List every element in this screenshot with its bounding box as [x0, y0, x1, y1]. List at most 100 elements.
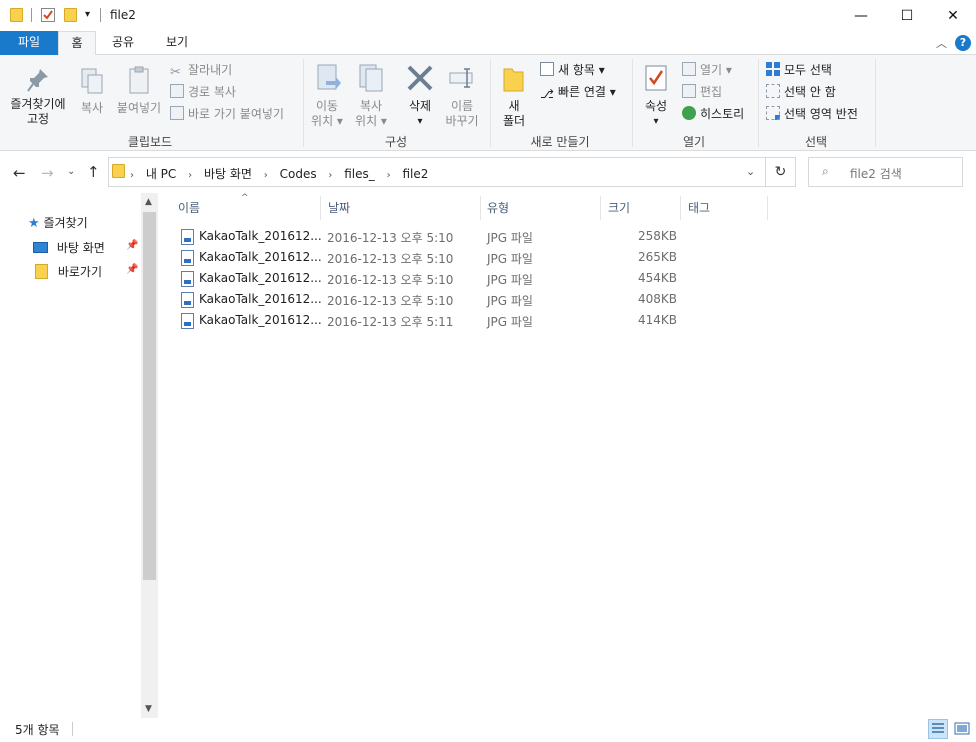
chevron-right-icon[interactable]: ›: [130, 170, 134, 181]
search-placeholder: file2 검색: [850, 167, 902, 181]
minimize-button[interactable]: —: [838, 0, 884, 31]
toolbar-divider: [31, 8, 32, 22]
close-button[interactable]: ✕: [930, 0, 976, 31]
column-header-type[interactable]: 유형: [487, 199, 509, 216]
desktop-icon: [33, 242, 48, 253]
file-name: KakaoTalk_201612...: [199, 271, 322, 285]
customize-quick-access-icon[interactable]: ▾: [85, 9, 90, 20]
copy-path-button[interactable]: 경로 복사: [170, 82, 236, 102]
chevron-right-icon[interactable]: ›: [387, 170, 391, 181]
file-row[interactable]: KakaoTalk_201612... 2016-12-13 오후 5:10 J…: [176, 268, 684, 289]
breadcrumb-item[interactable]: file2: [402, 167, 428, 181]
address-dropdown-icon[interactable]: ⌄: [746, 165, 755, 178]
open-button[interactable]: 열기 ▾: [682, 60, 732, 80]
nav-item-shortcuts[interactable]: 바로가기: [35, 263, 102, 280]
nav-scrollbar-thumb[interactable]: [143, 212, 156, 580]
jpg-file-icon: [181, 292, 194, 308]
open-icon: [682, 62, 696, 76]
invert-selection-button[interactable]: 선택 영역 반전: [766, 104, 858, 124]
collapse-ribbon-icon[interactable]: ︿: [936, 35, 947, 51]
paste-button[interactable]: 붙여넣기: [114, 65, 164, 116]
file-size: 414KB: [638, 313, 678, 327]
folder-icon: [10, 8, 23, 22]
breadcrumb-item[interactable]: Codes: [280, 167, 317, 181]
file-size: 408KB: [638, 292, 678, 306]
jpg-file-icon: [181, 271, 194, 287]
file-row[interactable]: KakaoTalk_201612... 2016-12-13 오후 5:10 J…: [176, 226, 684, 247]
file-type: JPG 파일: [487, 315, 533, 329]
delete-button[interactable]: 삭제 ▾: [401, 63, 439, 129]
edit-button[interactable]: 편집: [682, 82, 722, 102]
help-icon[interactable]: ?: [955, 35, 971, 51]
invert-selection-icon: [766, 106, 780, 120]
properties-button[interactable]: 속성 ▾: [638, 63, 674, 129]
back-arrow-icon[interactable]: ←: [13, 164, 26, 182]
column-divider[interactable]: [320, 196, 321, 220]
recent-locations-chevron-icon[interactable]: ⌄: [67, 166, 75, 177]
new-folder-button[interactable]: 새 폴더: [496, 63, 532, 129]
refresh-icon[interactable]: ↻: [766, 157, 796, 187]
history-button[interactable]: 히스토리: [682, 104, 744, 124]
tab-view[interactable]: 보기: [154, 31, 200, 55]
large-icons-view-button[interactable]: [952, 719, 972, 739]
maximize-button[interactable]: ☐: [884, 0, 930, 31]
move-to-button[interactable]: 이동 위치 ▾: [306, 63, 348, 129]
file-date: 2016-12-13 오후 5:10: [327, 294, 454, 308]
up-arrow-icon[interactable]: ↑: [87, 163, 100, 181]
nav-item-quick-access[interactable]: ★ 즐겨찾기: [28, 214, 88, 231]
file-type: JPG 파일: [487, 273, 533, 287]
pin-icon[interactable]: 📌: [126, 264, 138, 275]
file-date: 2016-12-13 오후 5:10: [327, 273, 454, 287]
column-divider[interactable]: [767, 196, 768, 220]
new-item-button[interactable]: 새 항목 ▾: [540, 60, 605, 80]
nav-item-desktop[interactable]: 바탕 화면: [33, 239, 105, 256]
column-divider[interactable]: [480, 196, 481, 220]
file-type: JPG 파일: [487, 252, 533, 266]
breadcrumb: › 내 PC › 바탕 화면 › Codes › files_ › file2: [130, 165, 428, 182]
tab-share[interactable]: 공유: [100, 31, 146, 55]
breadcrumb-item[interactable]: files_: [344, 167, 375, 181]
select-all-button[interactable]: 모두 선택: [766, 60, 832, 80]
file-name: KakaoTalk_201612...: [199, 229, 322, 243]
rename-button[interactable]: 이름 바꾸기: [440, 63, 484, 129]
details-view-button[interactable]: [928, 719, 948, 739]
chevron-right-icon[interactable]: ›: [328, 170, 332, 181]
properties-quick-icon[interactable]: [41, 8, 55, 22]
pin-icon[interactable]: 📌: [126, 240, 138, 251]
file-size: 265KB: [638, 250, 678, 264]
file-row[interactable]: KakaoTalk_201612... 2016-12-13 오후 5:10 J…: [176, 289, 684, 310]
chevron-right-icon[interactable]: ›: [188, 170, 192, 181]
paste-shortcut-button[interactable]: 바로 가기 붙여넣기: [170, 104, 284, 124]
easy-access-icon: ⎇: [540, 87, 554, 101]
select-none-button[interactable]: 선택 안 함: [766, 82, 836, 102]
forward-arrow-icon[interactable]: →: [41, 164, 54, 182]
column-header-name[interactable]: 이름: [178, 199, 200, 216]
rename-icon: [449, 68, 473, 88]
column-divider[interactable]: [680, 196, 681, 220]
column-header-tags[interactable]: 태그: [688, 199, 710, 216]
title-bar: ▾ file2 — ☐ ✕: [0, 0, 976, 31]
tab-home[interactable]: 홈: [58, 31, 96, 56]
pin-to-quick-access-button[interactable]: 즐겨찾기에 고정: [4, 67, 72, 127]
chevron-right-icon[interactable]: ›: [264, 170, 268, 181]
breadcrumb-item[interactable]: 바탕 화면: [204, 167, 252, 181]
copy-button[interactable]: 복사: [76, 67, 108, 116]
ribbon-tabs: 파일 홈 공유 보기: [0, 31, 976, 56]
paste-shortcut-icon: [170, 106, 184, 120]
copy-to-button[interactable]: 복사 위치 ▾: [350, 63, 392, 129]
file-type: JPG 파일: [487, 231, 533, 245]
column-header-date[interactable]: 날짜: [328, 199, 350, 216]
breadcrumb-item[interactable]: 내 PC: [146, 167, 176, 181]
easy-access-button[interactable]: ⎇ 빠른 연결 ▾: [540, 82, 616, 102]
scroll-down-icon[interactable]: ▼: [145, 704, 152, 714]
new-item-icon: [540, 62, 554, 76]
column-divider[interactable]: [600, 196, 601, 220]
cut-button[interactable]: ✂ 잘라내기: [170, 60, 232, 80]
scroll-up-icon[interactable]: ▲: [145, 197, 152, 207]
tab-file[interactable]: 파일: [0, 31, 58, 55]
file-row[interactable]: KakaoTalk_201612... 2016-12-13 오후 5:10 J…: [176, 247, 684, 268]
file-row[interactable]: KakaoTalk_201612... 2016-12-13 오후 5:11 J…: [176, 310, 684, 331]
column-header-size[interactable]: 크기: [608, 199, 630, 216]
new-folder-quick-icon[interactable]: [64, 8, 77, 22]
select-all-icon: [766, 62, 780, 76]
